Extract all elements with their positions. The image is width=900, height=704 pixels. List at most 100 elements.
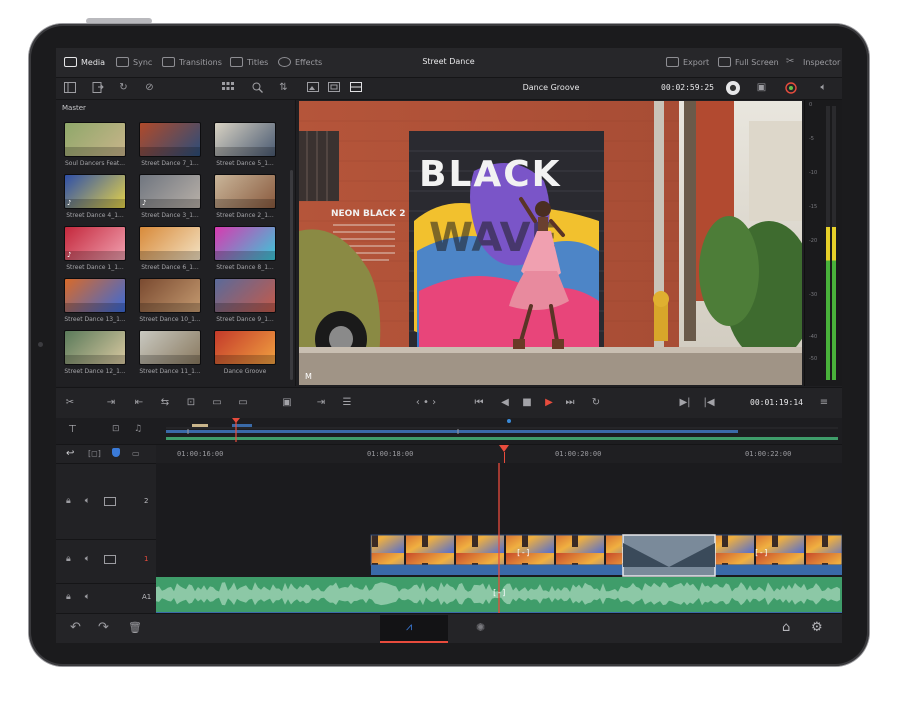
- audio-clip-icon[interactable]: ♫: [134, 424, 142, 434]
- safe-area-icon[interactable]: ▣: [754, 81, 769, 95]
- clip-thumbnail[interactable]: ♪ Street Dance 1_1...: [64, 226, 126, 271]
- clip-thumbnail[interactable]: Street Dance 8_1...: [214, 226, 276, 271]
- clip-thumbnail[interactable]: Street Dance 11_1...: [139, 330, 201, 375]
- export-button[interactable]: Export: [666, 54, 709, 70]
- render-icon[interactable]: ●: [726, 81, 740, 95]
- menu-icon[interactable]: ≡: [816, 396, 832, 410]
- export-icon: [666, 57, 679, 67]
- settings-gear-icon[interactable]: ⚙: [811, 620, 823, 635]
- video-monitor-icon[interactable]: [104, 554, 117, 564]
- color-wheel-icon[interactable]: [783, 81, 798, 95]
- speaker-icon[interactable]: 🔈︎: [85, 496, 90, 506]
- undo-icon[interactable]: ↶: [70, 620, 81, 635]
- delete-icon[interactable]: 🗑︎: [128, 621, 142, 634]
- jog-control[interactable]: ‹ • ›: [406, 396, 446, 410]
- clip-name: Soul Dancers Feat...: [64, 160, 125, 167]
- tab-transitions[interactable]: Transitions: [162, 54, 222, 70]
- viewer-clip-name[interactable]: Dance Groove: [496, 83, 606, 92]
- clip-thumbnail[interactable]: Dance Groove: [214, 330, 276, 375]
- clip-icon[interactable]: ▣: [276, 396, 298, 410]
- tab-effects[interactable]: Effects: [278, 54, 322, 70]
- top-bar: Media Sync Transitions Titles Effects St…: [56, 48, 842, 78]
- trim-icon[interactable]: ⇥: [310, 396, 332, 410]
- clip-thumbnail[interactable]: Street Dance 10_1...: [139, 278, 201, 323]
- stop-icon[interactable]: ■: [518, 396, 536, 410]
- clip-thumbnail[interactable]: ♪ Street Dance 4_1...: [64, 174, 126, 219]
- go-to-end-icon[interactable]: ⏭︎: [561, 396, 579, 410]
- sync-icon[interactable]: ↻: [116, 81, 131, 95]
- marker-icon[interactable]: [112, 448, 120, 457]
- clip-name: Dance Groove: [223, 368, 267, 375]
- speaker-icon[interactable]: 🔈︎: [85, 592, 90, 602]
- clip-thumbnail[interactable]: Street Dance 12_1...: [64, 330, 126, 375]
- playhead-handle[interactable]: [499, 445, 509, 452]
- clip-thumbnail[interactable]: Soul Dancers Feat...: [64, 122, 126, 167]
- clip-thumbnail[interactable]: Street Dance 5_1...: [214, 122, 276, 167]
- lock-icon[interactable]: 🔒︎: [66, 554, 71, 564]
- razor-icon[interactable]: ✂: [62, 396, 78, 410]
- clip-thumbnail[interactable]: ♪ Street Dance 3_1...: [139, 174, 201, 219]
- link-clips-icon[interactable]: [◻]: [88, 449, 101, 458]
- volume-icon[interactable]: 🔈︎: [816, 81, 831, 95]
- import-media-icon[interactable]: [90, 81, 105, 95]
- go-to-start-icon[interactable]: ⏮︎: [470, 396, 488, 410]
- video-monitor-icon[interactable]: [104, 496, 117, 506]
- source-tape-icon[interactable]: [326, 81, 341, 95]
- clip-thumbnail[interactable]: Street Dance 9_1...: [214, 278, 276, 323]
- clip-name: Street Dance 9_1...: [216, 316, 274, 323]
- prev-edit-icon[interactable]: |◀: [700, 396, 718, 410]
- clip-thumbnail[interactable]: Street Dance 13_1...: [64, 278, 126, 323]
- clip-thumbnail[interactable]: Street Dance 2_1...: [214, 174, 276, 219]
- source-clip-icon[interactable]: [305, 81, 320, 95]
- snap-icon[interactable]: ↩: [66, 448, 74, 459]
- track-view-icon[interactable]: ▭: [132, 449, 140, 458]
- source-overwrite-icon[interactable]: ▭: [232, 396, 254, 410]
- grid-view-icon[interactable]: [220, 81, 235, 95]
- redo-icon[interactable]: ↷: [98, 620, 109, 635]
- inspector-button[interactable]: ✂ Inspector: [786, 54, 840, 70]
- clip-image: [214, 226, 276, 261]
- music-note-icon: ♪: [67, 251, 72, 259]
- timeline-view-icon[interactable]: [348, 81, 363, 95]
- viewer[interactable]: BLACK WAVE NEON BLACK 2 M: [299, 101, 802, 385]
- place-on-top-icon[interactable]: ▭: [206, 396, 228, 410]
- append-icon[interactable]: ⇤: [128, 396, 150, 410]
- home-icon[interactable]: ⌂: [782, 620, 790, 635]
- full-screen-button[interactable]: Full Screen: [718, 54, 779, 70]
- next-edit-icon[interactable]: ▶|: [676, 396, 694, 410]
- loop-icon[interactable]: ↻: [587, 396, 605, 410]
- tab-sync[interactable]: Sync: [116, 54, 152, 70]
- color-page-icon[interactable]: ✺: [476, 621, 485, 634]
- thumb-shade: [215, 303, 275, 312]
- sort-icon[interactable]: ⇅: [276, 81, 291, 95]
- front-camera: [38, 342, 43, 347]
- speaker-icon[interactable]: 🔈︎: [85, 554, 90, 564]
- upper-timeline[interactable]: ⊤ ⊡ ♫: [56, 418, 842, 445]
- adjust-icon[interactable]: ☰: [336, 396, 358, 410]
- clip-mode-icon[interactable]: ⊡: [112, 424, 120, 434]
- toggle-media-pool-button[interactable]: [62, 81, 77, 95]
- clip-thumbnail[interactable]: Street Dance 7_1...: [139, 122, 201, 167]
- tab-label: Transitions: [179, 57, 222, 67]
- tab-media[interactable]: Media: [64, 54, 105, 70]
- tab-label: Sync: [133, 57, 153, 67]
- tab-titles[interactable]: Titles: [230, 54, 268, 70]
- ripple-overwrite-icon[interactable]: ⇆: [154, 396, 176, 410]
- media-pool-scrollbar[interactable]: [290, 170, 293, 380]
- svg-text:[-]: [-]: [492, 588, 506, 597]
- cut-page-tab[interactable]: ⩘: [380, 615, 448, 643]
- play-icon[interactable]: ▶: [540, 396, 558, 410]
- lock-icon[interactable]: 🔒︎: [66, 592, 71, 602]
- search-icon[interactable]: [250, 81, 265, 95]
- clip-thumbnail[interactable]: Street Dance 6_1...: [139, 226, 201, 271]
- play-reverse-icon[interactable]: ◀: [496, 396, 514, 410]
- link-icon[interactable]: ⊘: [142, 81, 157, 95]
- lock-icon[interactable]: 🔒︎: [66, 496, 71, 506]
- track-header-v1: 🔒︎ 🔈︎ 1: [56, 540, 156, 584]
- smart-insert-icon[interactable]: ⇥: [100, 396, 122, 410]
- bin-name[interactable]: Master: [62, 104, 86, 112]
- close-up-icon[interactable]: ⊡: [180, 396, 202, 410]
- svg-text:[-]: [-]: [754, 548, 768, 557]
- tools-icon[interactable]: ⊤: [68, 424, 77, 435]
- track-label: 1: [144, 555, 149, 563]
